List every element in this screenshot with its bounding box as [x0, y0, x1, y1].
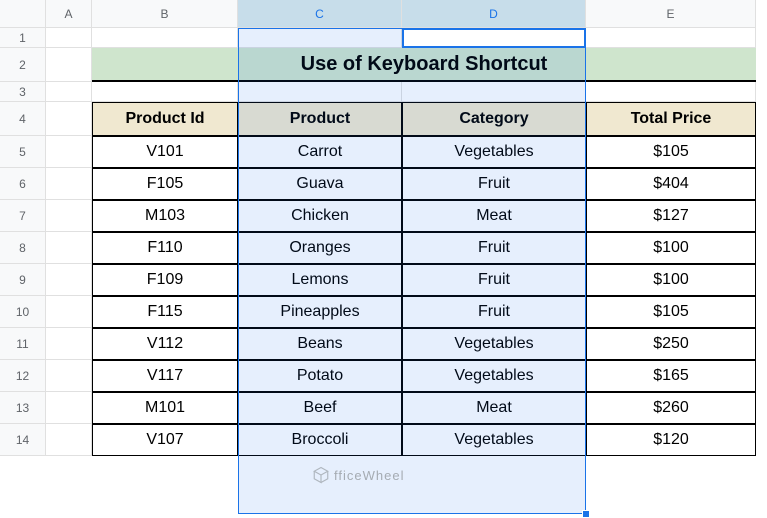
row-header-7[interactable]: 7 — [0, 200, 46, 232]
table-row[interactable]: Beef — [238, 392, 402, 424]
table-header-product[interactable]: Product — [238, 102, 402, 136]
table-row[interactable]: Pineapples — [238, 296, 402, 328]
table-row[interactable]: V101 — [92, 136, 238, 168]
table-row[interactable]: $250 — [586, 328, 756, 360]
table-row[interactable]: Vegetables — [402, 328, 586, 360]
table-row[interactable]: V112 — [92, 328, 238, 360]
row-header-2[interactable]: 2 — [0, 48, 46, 82]
row-header-14[interactable]: 14 — [0, 424, 46, 456]
table-row[interactable]: Chicken — [238, 200, 402, 232]
table-row[interactable]: $127 — [586, 200, 756, 232]
table-row[interactable]: M103 — [92, 200, 238, 232]
spreadsheet-grid[interactable]: A B C D E 1 2 Use of Keyboard Shortcut 3… — [0, 0, 756, 456]
row-header-3[interactable]: 3 — [0, 82, 46, 102]
table-row[interactable]: F109 — [92, 264, 238, 296]
table-row[interactable]: Oranges — [238, 232, 402, 264]
cell-E3[interactable] — [586, 82, 756, 102]
table-row[interactable]: Lemons — [238, 264, 402, 296]
select-all-corner[interactable] — [0, 0, 46, 28]
cell-B3[interactable] — [92, 82, 238, 102]
row-header-11[interactable]: 11 — [0, 328, 46, 360]
table-row[interactable]: $260 — [586, 392, 756, 424]
cell-A13[interactable] — [46, 392, 92, 424]
row-header-13[interactable]: 13 — [0, 392, 46, 424]
table-row[interactable]: M101 — [92, 392, 238, 424]
row-header-4[interactable]: 4 — [0, 102, 46, 136]
cell-B1[interactable] — [92, 28, 238, 48]
title-cell[interactable]: Use of Keyboard Shortcut — [92, 48, 756, 82]
col-header-A[interactable]: A — [46, 0, 92, 28]
table-row[interactable]: F105 — [92, 168, 238, 200]
row-header-8[interactable]: 8 — [0, 232, 46, 264]
table-row[interactable]: V117 — [92, 360, 238, 392]
col-header-B[interactable]: B — [92, 0, 238, 28]
col-header-E[interactable]: E — [586, 0, 756, 28]
table-row[interactable]: Meat — [402, 200, 586, 232]
cell-A12[interactable] — [46, 360, 92, 392]
table-row[interactable]: $100 — [586, 264, 756, 296]
row-header-9[interactable]: 9 — [0, 264, 46, 296]
cell-C1[interactable] — [238, 28, 402, 48]
fill-handle[interactable] — [582, 510, 590, 518]
table-row[interactable]: F110 — [92, 232, 238, 264]
cell-E1[interactable] — [586, 28, 756, 48]
table-row[interactable]: Fruit — [402, 168, 586, 200]
cell-D3[interactable] — [402, 82, 586, 102]
table-row[interactable]: Meat — [402, 392, 586, 424]
table-row[interactable]: $105 — [586, 296, 756, 328]
cell-A9[interactable] — [46, 264, 92, 296]
table-row[interactable]: $100 — [586, 232, 756, 264]
cell-A10[interactable] — [46, 296, 92, 328]
table-row[interactable]: $120 — [586, 424, 756, 456]
cell-A14[interactable] — [46, 424, 92, 456]
cell-A4[interactable] — [46, 102, 92, 136]
col-header-D[interactable]: D — [402, 0, 586, 28]
cell-C3[interactable] — [238, 82, 402, 102]
row-header-10[interactable]: 10 — [0, 296, 46, 328]
table-row[interactable]: Beans — [238, 328, 402, 360]
cell-A2[interactable] — [46, 48, 92, 82]
table-row[interactable]: $404 — [586, 168, 756, 200]
cell-A1[interactable] — [46, 28, 92, 48]
table-header-product-id[interactable]: Product Id — [92, 102, 238, 136]
table-header-total-price[interactable]: Total Price — [586, 102, 756, 136]
table-header-category[interactable]: Category — [402, 102, 586, 136]
table-row[interactable]: Vegetables — [402, 360, 586, 392]
row-header-1[interactable]: 1 — [0, 28, 46, 48]
watermark: fficeWheel — [312, 466, 404, 484]
cell-A6[interactable] — [46, 168, 92, 200]
watermark-text: fficeWheel — [334, 468, 404, 483]
cell-D1[interactable] — [402, 28, 586, 48]
cell-A3[interactable] — [46, 82, 92, 102]
table-row[interactable]: Guava — [238, 168, 402, 200]
row-header-6[interactable]: 6 — [0, 168, 46, 200]
table-row[interactable]: Vegetables — [402, 136, 586, 168]
table-row[interactable]: Potato — [238, 360, 402, 392]
table-row[interactable]: F115 — [92, 296, 238, 328]
table-row[interactable]: Fruit — [402, 264, 586, 296]
table-row[interactable]: Vegetables — [402, 424, 586, 456]
cube-icon — [312, 466, 330, 484]
table-row[interactable]: Fruit — [402, 232, 586, 264]
col-header-C[interactable]: C — [238, 0, 402, 28]
table-row[interactable]: Broccoli — [238, 424, 402, 456]
table-row[interactable]: $165 — [586, 360, 756, 392]
table-row[interactable]: Carrot — [238, 136, 402, 168]
row-header-5[interactable]: 5 — [0, 136, 46, 168]
table-row[interactable]: Fruit — [402, 296, 586, 328]
cell-A5[interactable] — [46, 136, 92, 168]
table-row[interactable]: $105 — [586, 136, 756, 168]
table-row[interactable]: V107 — [92, 424, 238, 456]
cell-A7[interactable] — [46, 200, 92, 232]
row-header-12[interactable]: 12 — [0, 360, 46, 392]
cell-A8[interactable] — [46, 232, 92, 264]
cell-A11[interactable] — [46, 328, 92, 360]
